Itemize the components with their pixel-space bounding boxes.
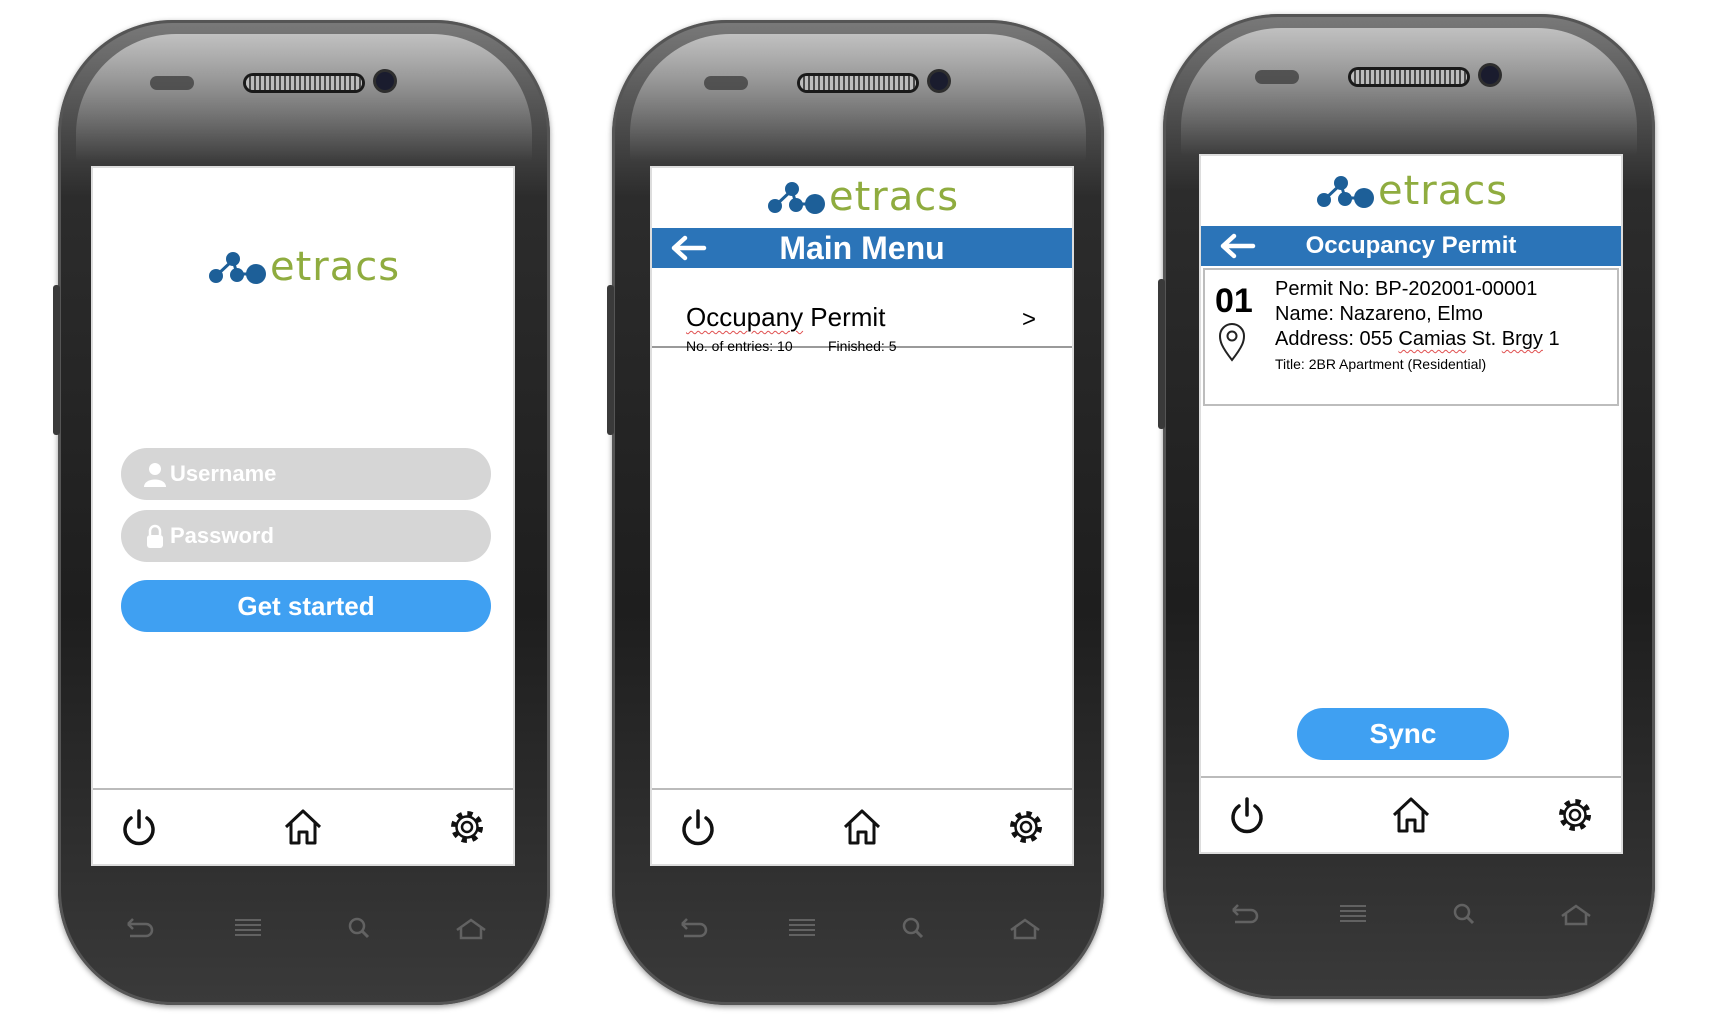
etracs-logo: etracs bbox=[1201, 170, 1621, 212]
etracs-logo: etracs bbox=[652, 176, 1072, 218]
search-icon[interactable] bbox=[1446, 900, 1484, 928]
permit-number: Permit No: BP-202001-00001 bbox=[1275, 278, 1538, 300]
home-icon[interactable] bbox=[1006, 914, 1044, 942]
address-prefix: Address: 055 bbox=[1275, 328, 1399, 350]
power-icon[interactable] bbox=[119, 807, 159, 847]
proximity-sensor bbox=[150, 76, 194, 90]
phone-occupancy-permit: etracs Occupancy Permit 01 Permit No: BP… bbox=[1158, 14, 1655, 999]
page-title: Main Menu bbox=[779, 229, 945, 266]
logo-text: etracs bbox=[1377, 168, 1509, 214]
earpiece-speaker bbox=[246, 76, 362, 90]
permit-card[interactable]: 01 Permit No: BP-202001-00001 Name: Naza… bbox=[1203, 268, 1619, 406]
finished-count: Finished: 5 bbox=[828, 338, 897, 354]
login-screen: etracs Username Password Get started bbox=[93, 168, 513, 864]
username-placeholder: Username bbox=[170, 461, 277, 486]
home-icon[interactable] bbox=[452, 914, 490, 942]
phone-glare bbox=[630, 34, 1086, 184]
front-camera bbox=[376, 72, 394, 90]
back-icon[interactable] bbox=[118, 914, 156, 942]
power-icon[interactable] bbox=[1227, 795, 1267, 835]
logo-dots-icon bbox=[208, 252, 266, 284]
side-volume-button bbox=[1158, 279, 1165, 429]
proximity-sensor bbox=[704, 76, 748, 90]
lock-icon bbox=[147, 524, 163, 548]
earpiece-speaker bbox=[1351, 70, 1467, 84]
front-camera bbox=[1481, 66, 1499, 84]
back-arrow-icon[interactable] bbox=[1219, 232, 1257, 260]
permit-title: Title: 2BR Apartment (Residential) bbox=[1275, 356, 1487, 372]
menu-item-label-misspelled-word: Occupany bbox=[686, 302, 804, 332]
user-icon bbox=[144, 463, 166, 487]
back-arrow-icon[interactable] bbox=[670, 234, 708, 262]
home-icon[interactable] bbox=[1391, 795, 1431, 835]
bottom-nav bbox=[1201, 776, 1621, 852]
sync-button[interactable]: Sync bbox=[1297, 708, 1509, 760]
header-bar: Main Menu bbox=[652, 228, 1072, 268]
phone-login: etracs Username Password Get started bbox=[53, 20, 550, 1005]
etracs-logo: etracs bbox=[93, 246, 513, 288]
menu-item-occupancy-permit[interactable]: Occupany Permit No. of entries: 10 Finis… bbox=[652, 290, 1072, 354]
logo-dots-icon bbox=[767, 182, 825, 214]
location-pin-icon[interactable] bbox=[1215, 322, 1249, 362]
search-icon[interactable] bbox=[895, 914, 933, 942]
side-volume-button bbox=[53, 285, 60, 435]
menu-item-label-rest: Permit bbox=[803, 302, 886, 332]
back-icon[interactable] bbox=[672, 914, 710, 942]
password-field[interactable]: Password bbox=[121, 510, 491, 562]
entry-index: 01 bbox=[1215, 282, 1253, 320]
home-icon[interactable] bbox=[842, 807, 882, 847]
power-icon[interactable] bbox=[678, 807, 718, 847]
search-icon[interactable] bbox=[341, 914, 379, 942]
logo-text: etracs bbox=[828, 174, 960, 220]
hardware-nav bbox=[118, 908, 490, 948]
bottom-nav bbox=[93, 788, 513, 864]
settings-icon[interactable] bbox=[447, 807, 487, 847]
front-camera bbox=[930, 72, 948, 90]
menu-icon[interactable] bbox=[229, 914, 267, 942]
phone-main-menu: etracs Main Menu Occupany Permit No. of … bbox=[607, 20, 1104, 1005]
earpiece-speaker bbox=[800, 76, 916, 90]
home-icon[interactable] bbox=[1557, 900, 1595, 928]
get-started-button[interactable]: Get started bbox=[121, 580, 491, 632]
side-volume-button bbox=[607, 285, 614, 435]
permit-address: Address: 055 Camias St. Brgy 1 bbox=[1275, 328, 1560, 351]
password-placeholder: Password bbox=[170, 523, 274, 548]
header-bar: Occupancy Permit bbox=[1201, 226, 1621, 266]
logo-text: etracs bbox=[269, 244, 401, 290]
entries-count: No. of entries: 10 bbox=[686, 338, 793, 354]
settings-icon[interactable] bbox=[1006, 807, 1046, 847]
home-icon[interactable] bbox=[283, 807, 323, 847]
username-field[interactable]: Username bbox=[121, 448, 491, 500]
bottom-nav bbox=[652, 788, 1072, 864]
hardware-nav bbox=[1223, 894, 1595, 934]
permit-name: Name: Nazareno, Elmo bbox=[1275, 303, 1483, 325]
menu-icon[interactable] bbox=[1334, 900, 1372, 928]
menu-icon[interactable] bbox=[783, 914, 821, 942]
logo-dots-icon bbox=[1316, 176, 1374, 208]
proximity-sensor bbox=[1255, 70, 1299, 84]
address-street: Camias bbox=[1398, 328, 1467, 350]
settings-icon[interactable] bbox=[1555, 795, 1595, 835]
occupancy-permit-screen: etracs Occupancy Permit 01 Permit No: BP… bbox=[1201, 156, 1621, 852]
menu-item-label: Occupany Permit bbox=[686, 302, 885, 333]
main-menu-screen: etracs Main Menu Occupany Permit No. of … bbox=[652, 168, 1072, 864]
address-brgy: Brgy bbox=[1501, 328, 1543, 350]
address-suffix: 1 bbox=[1542, 328, 1560, 350]
chevron-right-icon: > bbox=[1021, 306, 1036, 333]
back-icon[interactable] bbox=[1223, 900, 1261, 928]
address-mid: St. bbox=[1466, 328, 1502, 350]
page-title: Occupancy Permit bbox=[1305, 232, 1517, 259]
phone-glare bbox=[76, 34, 532, 184]
hardware-nav bbox=[672, 908, 1044, 948]
